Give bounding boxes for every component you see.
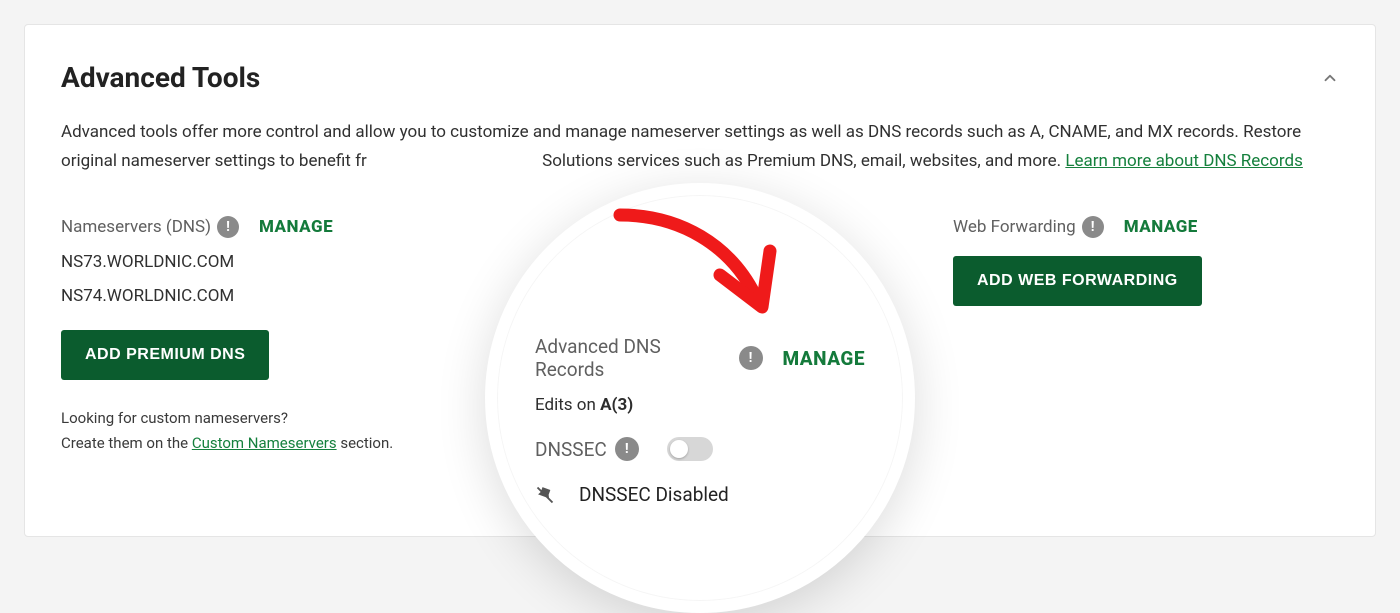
card-header: Advanced Tools [61, 61, 1339, 94]
edits-count: A(3) [600, 395, 633, 415]
nameserver-item: NS74.WORLDNIC.COM [61, 286, 447, 306]
add-web-forwarding-button[interactable]: ADD WEB FORWARDING [953, 256, 1202, 306]
dnssec-toggle[interactable] [667, 437, 713, 461]
info-icon[interactable]: ! [615, 437, 639, 461]
nameserver-list: NS73.WORLDNIC.COM NS74.WORLDNIC.COM [61, 252, 447, 306]
hint-line-1: Looking for custom nameservers? [61, 406, 447, 432]
dnssec-status-row: DNSSEC Disabled [535, 483, 865, 506]
info-icon[interactable]: ! [217, 216, 239, 238]
dnssec-status-text: DNSSEC Disabled [579, 483, 729, 506]
dnssec-row: DNSSEC ! [535, 437, 865, 461]
web-forwarding-header: Web Forwarding ! MANAGE [953, 216, 1339, 238]
dnssec-label: DNSSEC [535, 438, 607, 461]
learn-more-link[interactable]: Learn more about DNS Records [1065, 151, 1303, 171]
edits-line: Edits on A(3) [535, 395, 865, 415]
nameservers-label: Nameservers (DNS) [61, 217, 211, 237]
web-forwarding-manage-link[interactable]: MANAGE [1124, 217, 1198, 237]
unpin-icon [535, 485, 555, 505]
nameservers-header: Nameservers (DNS) ! MANAGE [61, 216, 447, 238]
web-forwarding-label: Web Forwarding [953, 217, 1076, 237]
info-icon[interactable]: ! [739, 346, 763, 370]
chevron-up-icon[interactable] [1321, 69, 1339, 87]
card-title: Advanced Tools [61, 61, 260, 94]
nameservers-manage-link[interactable]: MANAGE [259, 217, 333, 237]
dns-records-column: Advanced DNS Records ! MANAGE Edits on A… [535, 335, 865, 506]
nameservers-column: Nameservers (DNS) ! MANAGE NS73.WORLDNIC… [61, 216, 447, 457]
dns-records-label: Advanced DNS Records [535, 335, 733, 381]
description-text-post: Solutions services such as Premium DNS, … [538, 151, 1065, 171]
info-icon[interactable]: ! [1082, 216, 1104, 238]
web-forwarding-column: Web Forwarding ! MANAGE ADD WEB FORWARDI… [953, 216, 1339, 306]
nameserver-item: NS73.WORLDNIC.COM [61, 252, 447, 272]
dns-records-manage-link[interactable]: MANAGE [783, 347, 866, 370]
add-premium-dns-button[interactable]: ADD PREMIUM DNS [61, 330, 269, 380]
toggle-knob [670, 440, 688, 458]
nameservers-hint: Looking for custom nameservers? Create t… [61, 406, 447, 457]
dns-records-header: Advanced DNS Records ! MANAGE [535, 335, 865, 381]
custom-nameservers-link[interactable]: Custom Nameservers [192, 434, 337, 452]
card-description: Advanced tools offer more control and al… [61, 118, 1339, 176]
hint-line-2: Create them on the Custom Nameservers se… [61, 431, 447, 457]
advanced-tools-card: Advanced Tools Advanced tools offer more… [24, 24, 1376, 537]
